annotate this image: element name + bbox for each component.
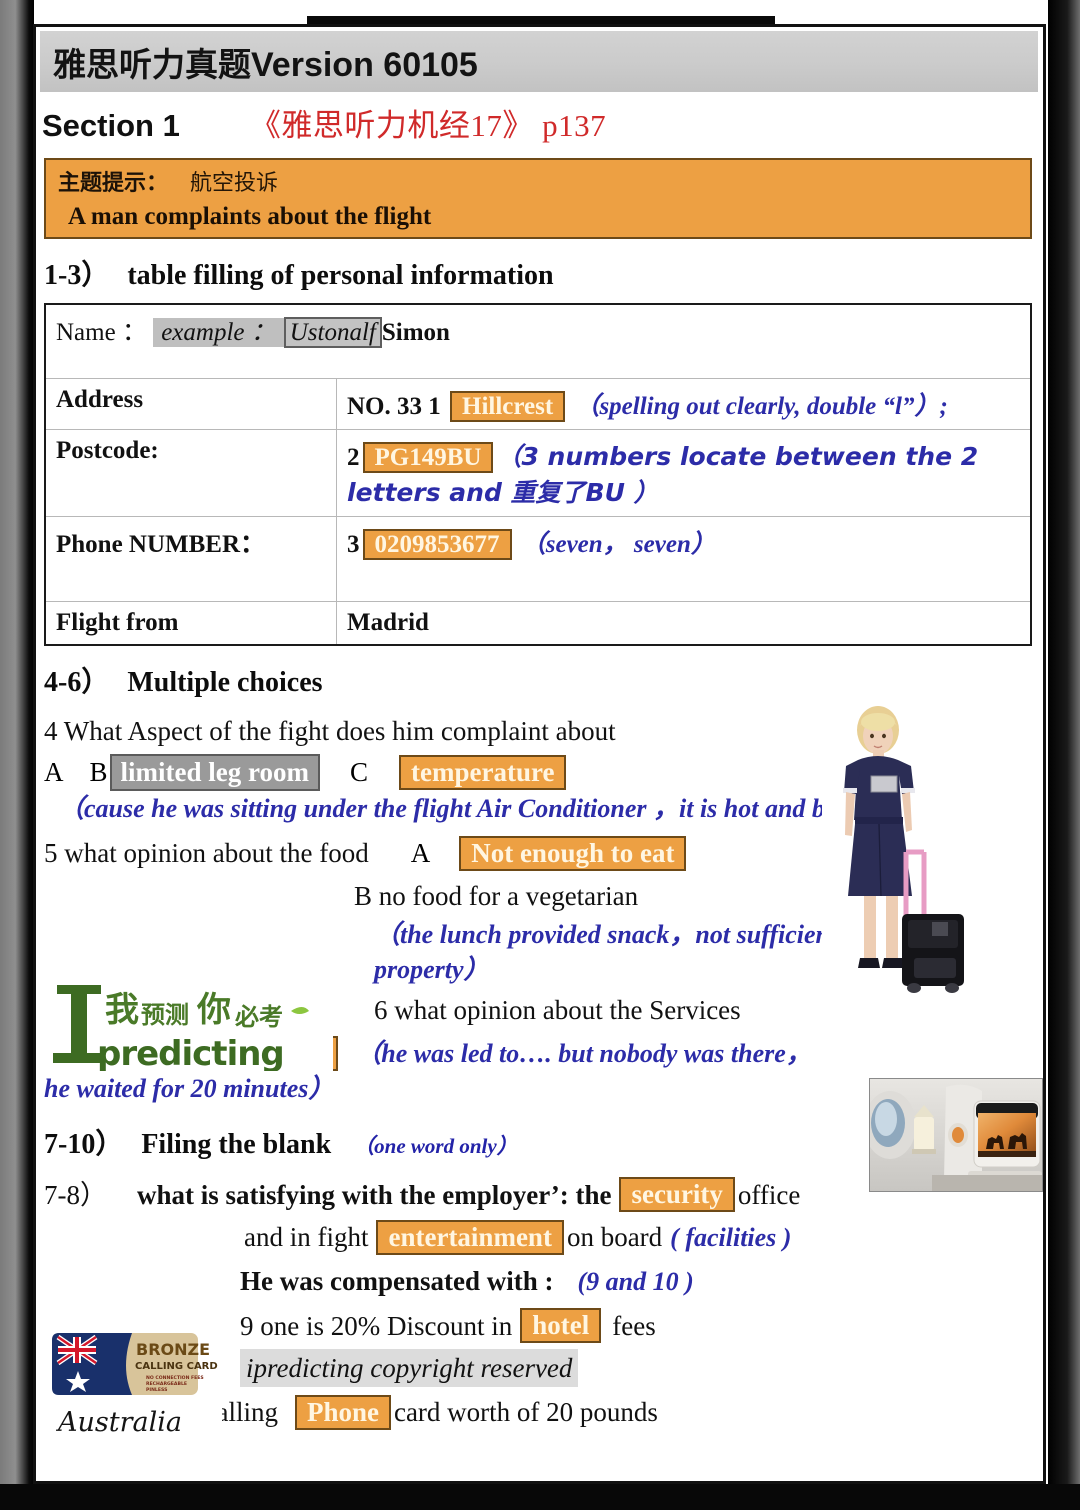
australia-label: Australia	[55, 1407, 182, 1438]
group3-number: 7-10）	[44, 1128, 124, 1160]
frame-top-notch	[307, 0, 775, 16]
q5-option-a-highlight[interactable]: Not enough to eat	[459, 836, 687, 872]
document-page: 雅思听力真题Version 60105 Section 1 《雅思听力机经17》…	[0, 0, 1080, 1510]
theme-english: A man complaints about the flight	[68, 203, 432, 230]
blank-78-text-b: office	[737, 1179, 801, 1210]
question-group-2-heading: 4-6） Multiple choices	[40, 660, 1038, 700]
name-label: Name ：	[56, 319, 147, 346]
q4-option-a-letter[interactable]: A	[44, 757, 64, 788]
svg-text:NO CONNECTION FEES: NO CONNECTION FEES	[146, 1375, 204, 1381]
bronze-label: BRONZE	[136, 1340, 210, 1359]
address-answer-highlight: Hillcrest	[450, 391, 566, 422]
section-label: Section 1	[42, 108, 180, 143]
table-row: Address NO. 33 1 Hillcrest （spelling out…	[44, 378, 1032, 430]
ipredicting-logo: 我 预测 你 必考 predicting	[45, 975, 333, 1071]
table-row-name: Name ： example ： Ustonalf Simon	[44, 304, 1032, 379]
frame-left-edge	[0, 0, 34, 1510]
compensated-line: He was compensated with : (9 and 10 )	[44, 1262, 1038, 1300]
frame-right-edge	[1048, 0, 1080, 1510]
q4-option-c-letter[interactable]: C	[350, 757, 368, 788]
header-bar: 雅思听力真题Version 60105	[40, 31, 1038, 92]
blank-9-answer-highlight[interactable]: hotel	[520, 1308, 602, 1344]
header-title-cn: 雅思听力真题	[53, 44, 251, 84]
ipredicting-cn-3: 你	[196, 990, 231, 1030]
blank-78-line2: and in fight entertainment on board ( fa…	[44, 1218, 1038, 1256]
blank-78-text-a: what is satisfying with the employer’: t…	[137, 1179, 612, 1210]
ipredicting-cn-2: 预测	[141, 1001, 189, 1029]
address-note: （spelling out clearly, double “l”）;	[574, 393, 948, 420]
ipredicting-cn-4: 必考	[235, 1003, 283, 1031]
row-label-postcode: Postcode:	[44, 429, 337, 517]
row-value-address: NO. 33 1 Hillcrest （spelling out clearly…	[336, 378, 1032, 430]
row-label-address: Address	[44, 378, 337, 430]
group3-subtitle: （one word only）	[353, 1133, 518, 1158]
row-value-flight-from: Madrid	[336, 601, 1032, 646]
theme-label-row: 主题提示： 航空投诉	[46, 165, 1030, 197]
svg-text:PINLESS: PINLESS	[146, 1387, 167, 1393]
table-row: Flight from Madrid	[44, 601, 1032, 646]
row-label-flight-from: Flight from	[44, 601, 337, 646]
theme-value: 航空投诉	[190, 171, 279, 196]
table-row: Phone NUMBER： 3 0209853677 （seven， seven）	[44, 516, 1032, 602]
group2-title: Multiple choices	[127, 667, 323, 698]
name-example-highlight: example ：	[153, 318, 284, 347]
phone-answer-highlight: 0209853677	[362, 529, 512, 560]
personal-information-table: Name ： example ： Ustonalf Simon Address NO…	[44, 303, 1032, 646]
svg-text:RECHARGEABLE: RECHARGEABLE	[146, 1381, 187, 1387]
name-surname: Simon	[381, 319, 450, 346]
australia-calling-card-logo: BRONZE CALLING CARD NO CONNECTION FEES R…	[46, 1327, 222, 1439]
ipredicting-wordmark: predicting	[97, 1034, 284, 1071]
copyright-text: ipredicting copyright reserved	[240, 1349, 579, 1388]
section-header-row: Section 1 《雅思听力机经17》 p137	[40, 100, 1038, 145]
blank-7-answer-highlight[interactable]: security	[619, 1177, 735, 1213]
q5-option-a-letter[interactable]: A	[411, 838, 431, 869]
blank-78-prefix: 7-8）	[44, 1179, 107, 1210]
flight-attendant-photo	[822, 700, 974, 1002]
blank-10-answer-highlight[interactable]: Phone	[294, 1395, 391, 1431]
q4-option-c-highlight[interactable]: temperature	[399, 755, 567, 791]
compensated-text: He was compensated with :	[240, 1266, 554, 1297]
compensated-note: (9 and 10 )	[577, 1267, 694, 1297]
blank-78-text-d: on board	[566, 1222, 663, 1253]
q4-option-b-highlight[interactable]: limited leg room	[109, 754, 320, 792]
row-value-phone: 3 0209853677 （seven， seven）	[336, 516, 1032, 602]
theme-banner: 主题提示： 航空投诉 A man complaints about the fl…	[44, 158, 1032, 239]
group1-title: table filling of personal information	[127, 260, 554, 291]
blank-8-answer-highlight[interactable]: entertainment	[376, 1219, 564, 1255]
blank-78-facilities-note: ( facilities )	[670, 1222, 792, 1252]
phone-prefix: 3	[347, 531, 360, 558]
question-group-1-heading: 1-3） table filling of personal informati…	[40, 253, 1038, 293]
airplane-cabin-entertainment-photo	[869, 1078, 1043, 1192]
row-label-phone: Phone NUMBER：	[44, 516, 337, 602]
group1-number: 1-3）	[44, 260, 110, 291]
address-prefix: NO. 33 1	[347, 393, 441, 420]
question-6-note-part1: （he was led to…. but nobody was there，	[355, 1038, 812, 1068]
group2-number: 4-6）	[44, 667, 110, 698]
postcode-prefix: 2	[347, 444, 360, 471]
q4-option-b-letter[interactable]: B	[90, 757, 108, 788]
postcode-answer-highlight: PG149BU	[362, 442, 494, 473]
group3-title: Filing the blank	[141, 1128, 332, 1160]
header-title-en: Version 60105	[251, 45, 478, 84]
blank-10-text-b: card worth of 20 pounds	[393, 1397, 658, 1428]
theme-label: 主题提示：	[58, 171, 169, 196]
blank-9-text-b: fees	[612, 1310, 656, 1341]
table-row: Postcode: 2 PG149BU （3 numbers locate betw…	[44, 429, 1032, 517]
question-5-text: 5 what opinion about the food	[44, 838, 369, 869]
name-answer-highlight: Ustonalf	[283, 317, 382, 348]
frame-bottom-bar	[0, 1484, 1080, 1510]
name-cell: Name ： example ： Ustonalf Simon	[44, 304, 1032, 379]
flight-from-value: Madrid	[347, 609, 429, 636]
page-title: 雅思听力真题Version 60105	[53, 38, 478, 86]
calling-card-label: CALLING CARD	[135, 1361, 218, 1372]
phone-note: （seven， seven）	[520, 531, 716, 558]
section-source: 《雅思听力机经17》 p137	[249, 108, 607, 143]
ipredicting-cn-1: 我	[105, 990, 139, 1030]
blank-9-text-a: 9 one is 20% Discount in	[240, 1310, 513, 1341]
row-value-postcode: 2 PG149BU （3 numbers locate between the 2 …	[336, 429, 1032, 517]
blank-78-text-c: and in fight	[244, 1222, 369, 1253]
